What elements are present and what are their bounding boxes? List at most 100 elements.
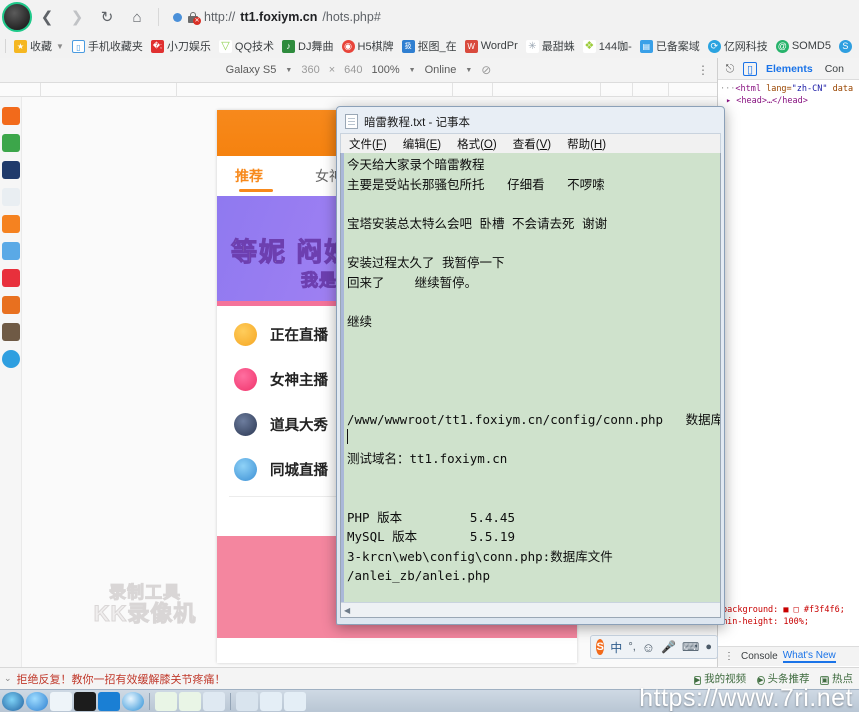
g-app-icon[interactable]: [74, 692, 96, 711]
page-info-dot-icon[interactable]: [173, 13, 182, 22]
notepad-menubar: 文件(F) 编辑(E) 格式(O) 查看(V) 帮助(H): [340, 133, 721, 153]
app-icon[interactable]: [2, 161, 20, 179]
soft-keyboard-icon[interactable]: ⌨: [682, 640, 699, 654]
bookmark-item[interactable]: ⟳ 亿网科技: [705, 36, 771, 56]
bookmark-item[interactable]: ▯ 手机收藏夹: [69, 36, 146, 56]
app-icon[interactable]: [2, 134, 20, 152]
chevron-down-icon[interactable]: ▼: [56, 42, 64, 51]
chevron-down-icon[interactable]: ▼: [465, 67, 472, 74]
no-throttling-icon[interactable]: ⊘: [481, 63, 491, 77]
bookmark-item[interactable]: ✳ 最甜蛛: [523, 36, 578, 56]
device-select[interactable]: Galaxy S5: [226, 64, 277, 76]
editor-icon[interactable]: [203, 692, 225, 711]
home-icon[interactable]: ⌂: [122, 2, 152, 32]
bookmark-item[interactable]: @ SOMD5: [773, 38, 834, 55]
tab-elements[interactable]: Elements: [763, 63, 816, 75]
tab-console-drawer[interactable]: Console: [741, 651, 778, 662]
city-icon: [234, 458, 257, 481]
bookmark-item[interactable]: ❖ 144咖-: [580, 36, 635, 56]
insecure-lock-icon[interactable]: ✕: [187, 11, 199, 23]
menu-edit[interactable]: 编辑(E): [403, 136, 441, 152]
wechat-icon[interactable]: [179, 692, 201, 711]
bookmark-item[interactable]: ◉ H5棋牌: [339, 36, 397, 56]
device-width-input[interactable]: 360: [301, 64, 319, 76]
bookmark-item[interactable]: ★ 收藏 ▼: [11, 36, 67, 56]
bookmark-label: H5棋牌: [358, 38, 394, 54]
green-browser-icon[interactable]: [155, 692, 177, 711]
ie-browser-icon[interactable]: [26, 692, 48, 711]
device-toolbar-icon[interactable]: ▯: [743, 62, 757, 76]
url-host: tt1.foxiym.cn: [240, 10, 317, 24]
notepad-titlebar[interactable]: 暗雷教程.txt - 记事本: [340, 110, 721, 133]
tab-recommend[interactable]: 推荐: [235, 166, 263, 186]
wechat-work-icon[interactable]: [122, 692, 144, 711]
k-player-icon[interactable]: [98, 692, 120, 711]
punctuation-icon[interactable]: °,: [628, 641, 635, 653]
reload-icon[interactable]: ↻: [92, 2, 122, 32]
knife-icon: �;: [151, 40, 164, 53]
at-icon: @: [776, 40, 789, 53]
dom-line[interactable]: ···<html lang="zh-CN" data: [720, 83, 857, 95]
bookmark-item[interactable]: 扱 抠图_在: [399, 36, 460, 56]
style-min-height[interactable]: min-height: 100%;: [722, 616, 855, 628]
back-arrow-icon[interactable]: ❮: [32, 2, 62, 32]
chevron-down-icon[interactable]: ▼: [285, 67, 292, 74]
app-icon[interactable]: [2, 269, 20, 287]
app-icon[interactable]: [2, 350, 20, 368]
kebab-menu-icon[interactable]: ⋮: [722, 650, 736, 664]
bookmark-item[interactable]: S: [836, 38, 858, 55]
address-bar[interactable]: ✕ http:// tt1.foxiym.cn/hots.php#: [165, 4, 859, 30]
kebab-menu-icon[interactable]: ⋮: [697, 64, 709, 76]
avatar[interactable]: [2, 2, 32, 32]
qq-icon[interactable]: [50, 692, 72, 711]
ime-mode-label[interactable]: 中: [610, 639, 622, 656]
notepad-window[interactable]: 暗雷教程.txt - 记事本 文件(F) 编辑(E) 格式(O) 查看(V) 帮…: [336, 106, 725, 625]
bookmark-item[interactable]: W WordPr: [462, 38, 521, 55]
bookmark-item[interactable]: ♪ DJ舞曲: [279, 36, 336, 56]
horizontal-scrollbar[interactable]: ◀: [341, 602, 720, 617]
app-icon[interactable]: [2, 323, 20, 341]
menu-help[interactable]: 帮助(H): [567, 136, 606, 152]
chevron-down-icon[interactable]: ⌄: [4, 673, 12, 684]
monkey-icon[interactable]: [236, 692, 258, 711]
scroll-left-arrow-icon[interactable]: ◀: [344, 606, 350, 615]
bookmark-label: DJ舞曲: [298, 38, 333, 54]
bookmark-item[interactable]: ▽ QQ技术: [216, 36, 277, 56]
notepad-content[interactable]: 今天给大家录个暗雷教程 主要是受站长那骚包所托 仔细看 不啰嗦 宝塔安装总太特么…: [347, 155, 706, 618]
ime-toolbar[interactable]: S 中 °, ☺ 🎤 ⌨ ●: [590, 635, 718, 659]
emoji-icon[interactable]: ☺: [642, 640, 655, 655]
ticker-headline[interactable]: 拒绝反复！教你一招有效缓解膝关节疼痛！: [17, 671, 226, 687]
start-orb-icon[interactable]: [2, 692, 24, 711]
menu-view[interactable]: 查看(V): [513, 136, 551, 152]
app-icon[interactable]: [2, 296, 20, 314]
tab-whats-new[interactable]: What's New: [783, 650, 836, 663]
menu-file[interactable]: 文件(F): [349, 136, 387, 152]
dom-line-head[interactable]: ▸ <head>…</head>: [720, 95, 857, 107]
tab-console[interactable]: Con: [822, 63, 847, 75]
notepad-text-area[interactable]: 今天给大家录个暗雷教程 主要是受站长那骚包所托 仔细看 不啰嗦 宝塔安装总太特么…: [340, 153, 721, 618]
app-icon[interactable]: [2, 215, 20, 233]
sogou-logo-icon[interactable]: S: [596, 639, 604, 655]
hotspot-action[interactable]: ▣ 热点: [820, 671, 853, 686]
bookmark-item[interactable]: ▤ 已备案域: [637, 36, 703, 56]
app-icon[interactable]: [2, 107, 20, 125]
chevron-down-icon[interactable]: ▼: [409, 67, 416, 74]
app-icon[interactable]: [2, 188, 20, 206]
inspect-cursor-icon[interactable]: ⎋: [723, 62, 737, 76]
bookmark-item[interactable]: �; 小刀娱乐: [148, 36, 214, 56]
folder-icon[interactable]: [284, 692, 306, 711]
my-video-action[interactable]: ▶ 我的视频: [694, 671, 746, 686]
headline-action[interactable]: ▶ 头条推荐: [757, 671, 809, 686]
throttle-select[interactable]: Online: [425, 64, 457, 76]
sun-icon[interactable]: [260, 692, 282, 711]
app-icon[interactable]: [2, 242, 20, 260]
menu-format[interactable]: 格式(O): [457, 136, 497, 152]
bookmark-label: 手机收藏夹: [88, 38, 143, 54]
headline-icon: ▶: [757, 676, 764, 685]
style-background[interactable]: background: ■ □ #f3f4f6;: [722, 604, 855, 616]
zoom-select[interactable]: 100%: [371, 64, 399, 76]
ime-more-icon[interactable]: ●: [705, 641, 712, 653]
device-height-input[interactable]: 640: [344, 64, 362, 76]
microphone-icon[interactable]: 🎤: [661, 640, 676, 654]
taskbar: [0, 689, 859, 712]
